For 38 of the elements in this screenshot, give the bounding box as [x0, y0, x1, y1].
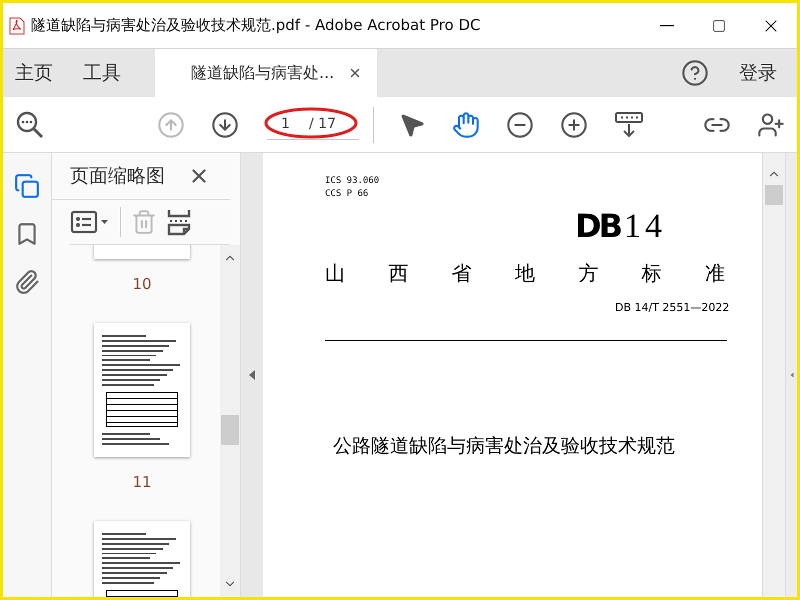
thumbnail-scrollbar[interactable] — [220, 245, 240, 597]
document-tab[interactable]: 隧道缺陷与病害处... — [155, 49, 377, 97]
zoom-in-button[interactable] — [560, 110, 588, 138]
scrollbar-thumb[interactable] — [221, 415, 239, 445]
insert-page-icon[interactable] — [167, 208, 191, 236]
triangle-left-icon[interactable] — [790, 372, 794, 378]
triangle-left-icon — [248, 369, 256, 381]
standard-logo-prefix: DB — [575, 207, 620, 245]
page-thumbnail[interactable] — [94, 323, 190, 457]
options-dropdown-button[interactable] — [70, 209, 110, 235]
page-count: / 17 — [309, 116, 336, 132]
standard-number: DB 14/T 2551—2022 — [615, 301, 730, 314]
page-number-field[interactable]: 1 — [267, 116, 309, 132]
add-user-button[interactable] — [757, 110, 785, 138]
minimize-icon — [660, 24, 674, 26]
scrollbar-thumb[interactable] — [765, 185, 783, 205]
page-number: 11 — [132, 473, 152, 491]
scroll-mode-button[interactable] — [614, 110, 644, 138]
login-button[interactable]: 登录 — [709, 49, 797, 97]
document-scrollbar[interactable] — [762, 153, 785, 597]
ics-code: ICS 93.060 — [325, 175, 380, 188]
window-title: 隧道缺陷与病害处治及验收技术规范.pdf - Adobe Acrobat Pro DC — [31, 16, 482, 35]
page-number: 10 — [132, 275, 152, 293]
maximize-icon — [712, 18, 726, 32]
pdf-file-icon — [9, 16, 25, 34]
pages-icon[interactable] — [14, 173, 40, 199]
zoom-out-button[interactable] — [506, 110, 534, 138]
next-page-button[interactable] — [211, 110, 239, 138]
ccs-code: CCS P 66 — [325, 188, 370, 201]
nav-tab[interactable]: 工具 — [73, 49, 131, 97]
standard-category: 山西省地方标准 — [325, 260, 725, 287]
document-title: 公路隧道缺陷与病害处治及验收技术规范 — [333, 434, 676, 459]
nav-tab[interactable]: 主页 — [5, 49, 63, 97]
hand-tool-button[interactable] — [452, 110, 480, 138]
paperclip-icon[interactable] — [14, 269, 40, 295]
panel-title: 页面缩略图 — [70, 164, 166, 189]
standard-logo-number: 14 — [624, 208, 666, 246]
search-button[interactable] — [15, 110, 45, 140]
